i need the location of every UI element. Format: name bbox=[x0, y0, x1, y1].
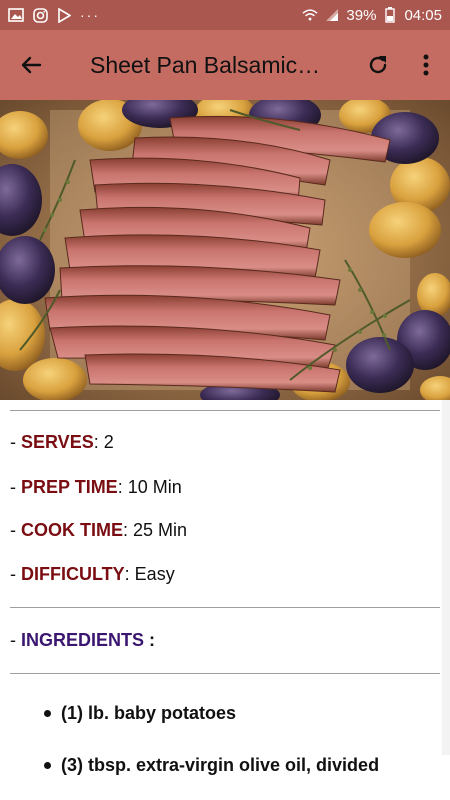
scrollbar-track[interactable] bbox=[442, 400, 450, 755]
battery-percent: 39% bbox=[346, 6, 377, 24]
recipe-details: - SERVES: 2 - PREP TIME: 10 Min - COOK T… bbox=[0, 400, 450, 800]
list-item: (1) lb. baby potatoes bbox=[44, 703, 236, 724]
ingredient-text: (1) lb. baby potatoes bbox=[61, 703, 237, 723]
refresh-icon bbox=[369, 56, 387, 74]
recipe-photo bbox=[0, 100, 450, 400]
detail-label: SERVES bbox=[21, 432, 94, 452]
detail-value: 25 Min bbox=[133, 520, 188, 540]
colon: : bbox=[124, 564, 135, 584]
dash: - bbox=[10, 520, 21, 540]
colon: : bbox=[123, 520, 134, 540]
dash: - bbox=[10, 432, 21, 452]
detail-label: DIFFICULTY bbox=[21, 564, 125, 584]
ingredients-header: - INGREDIENTS : bbox=[10, 630, 155, 651]
status-left: ··· bbox=[8, 7, 100, 23]
signal-icon bbox=[324, 7, 340, 23]
details-card: - SERVES: 2 - PREP TIME: 10 Min - COOK T… bbox=[10, 410, 440, 800]
instagram-icon bbox=[32, 7, 48, 23]
list-item: (3) tbsp. extra-virgin olive oil, divide… bbox=[44, 755, 379, 776]
divider bbox=[10, 607, 440, 608]
wifi-icon bbox=[302, 7, 319, 23]
detail-difficulty: - DIFFICULTY: Easy bbox=[10, 564, 175, 585]
dash: - bbox=[10, 564, 21, 584]
page-title: Sheet Pan Balsamic… bbox=[90, 51, 321, 78]
detail-label: PREP TIME bbox=[21, 477, 118, 497]
back-button[interactable] bbox=[0, 30, 62, 100]
colon: : bbox=[117, 477, 128, 497]
divider bbox=[10, 410, 440, 411]
battery-icon bbox=[382, 7, 398, 23]
detail-serves: - SERVES: 2 bbox=[10, 432, 114, 453]
divider bbox=[10, 673, 440, 674]
image-icon bbox=[8, 7, 24, 23]
bullet bbox=[44, 762, 51, 769]
dash: - bbox=[10, 477, 21, 497]
dash: - bbox=[10, 630, 21, 650]
ingredient-text: (3) tbsp. extra-virgin olive oil, divide… bbox=[61, 755, 380, 775]
clock: 04:05 bbox=[404, 6, 442, 24]
refresh-button[interactable] bbox=[354, 30, 402, 100]
status-right: 39% 04:05 bbox=[302, 7, 442, 24]
detail-value: 2 bbox=[103, 432, 114, 452]
more-notifications: ··· bbox=[80, 7, 100, 23]
overflow-menu-button[interactable] bbox=[402, 30, 450, 100]
bullet bbox=[44, 710, 51, 717]
detail-value: 10 Min bbox=[127, 477, 182, 497]
colon: : bbox=[144, 630, 156, 650]
app-bar: Sheet Pan Balsamic… bbox=[0, 30, 450, 100]
status-bar: ··· 39% 04:05 bbox=[0, 0, 450, 30]
detail-value: Easy bbox=[134, 564, 175, 584]
detail-prep-time: - PREP TIME: 10 Min bbox=[10, 477, 182, 498]
detail-label: COOK TIME bbox=[21, 520, 123, 540]
detail-cook-time: - COOK TIME: 25 Min bbox=[10, 520, 187, 541]
more-vert-icon bbox=[423, 54, 429, 76]
section-label: INGREDIENTS bbox=[21, 630, 145, 650]
play-store-icon bbox=[56, 7, 72, 23]
back-arrow-icon bbox=[21, 56, 42, 74]
colon: : bbox=[93, 432, 104, 452]
